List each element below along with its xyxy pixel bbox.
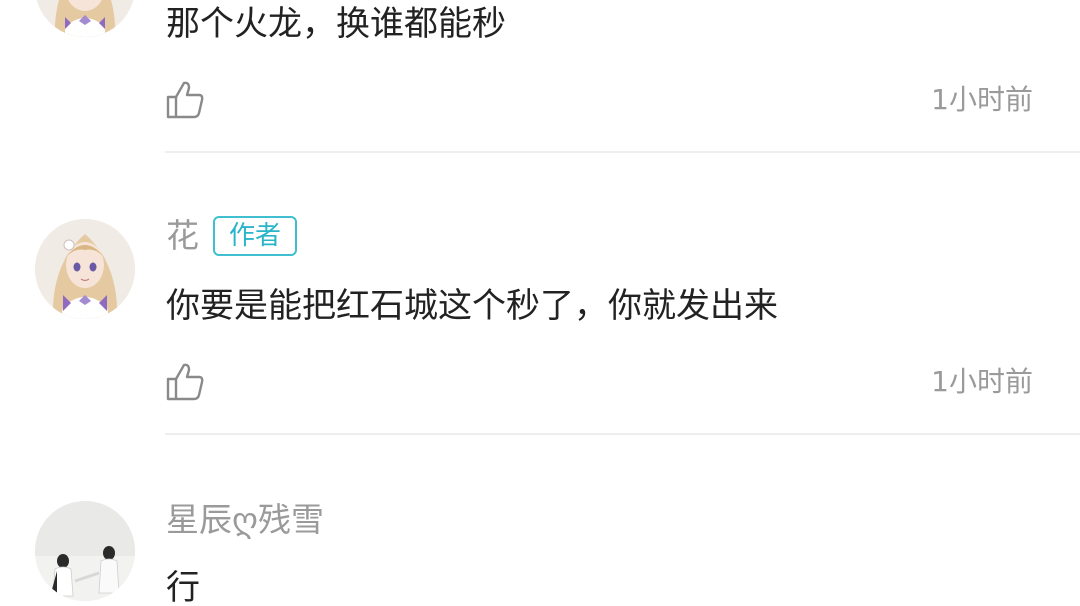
comment-header: 星辰ღ残雪 xyxy=(166,498,324,542)
comment-timestamp: 1小时前 xyxy=(931,365,1033,398)
thumbs-up-icon[interactable] xyxy=(164,361,206,403)
author-badge: 作者 xyxy=(213,216,298,256)
comment-text: 你要是能把红石城这个秒了，你就发出来 xyxy=(166,286,778,326)
comment-timestamp: 1小时前 xyxy=(931,83,1033,116)
comment-feed: 那个火龙，换谁都能秒 1小时前 花 作者 你要是能把红石城这个秒了，你就发出来 … xyxy=(0,0,1080,606)
comment-text: 那个火龙，换谁都能秒 xyxy=(166,4,506,44)
user-avatar[interactable] xyxy=(35,501,135,601)
user-avatar[interactable] xyxy=(35,219,135,319)
username[interactable]: 星辰ღ残雪 xyxy=(166,498,324,542)
anime-girl-avatar-icon xyxy=(35,219,135,319)
comment-header: 花 作者 xyxy=(166,214,298,258)
comment-text: 行 xyxy=(166,568,200,606)
username[interactable]: 花 xyxy=(166,214,199,258)
thumbs-up-icon[interactable] xyxy=(164,79,206,121)
user-avatar[interactable] xyxy=(35,0,135,37)
photo-avatar-icon xyxy=(35,501,135,601)
comment-divider xyxy=(165,433,1080,435)
anime-girl-avatar-icon xyxy=(35,0,135,37)
comment-divider xyxy=(165,151,1080,153)
